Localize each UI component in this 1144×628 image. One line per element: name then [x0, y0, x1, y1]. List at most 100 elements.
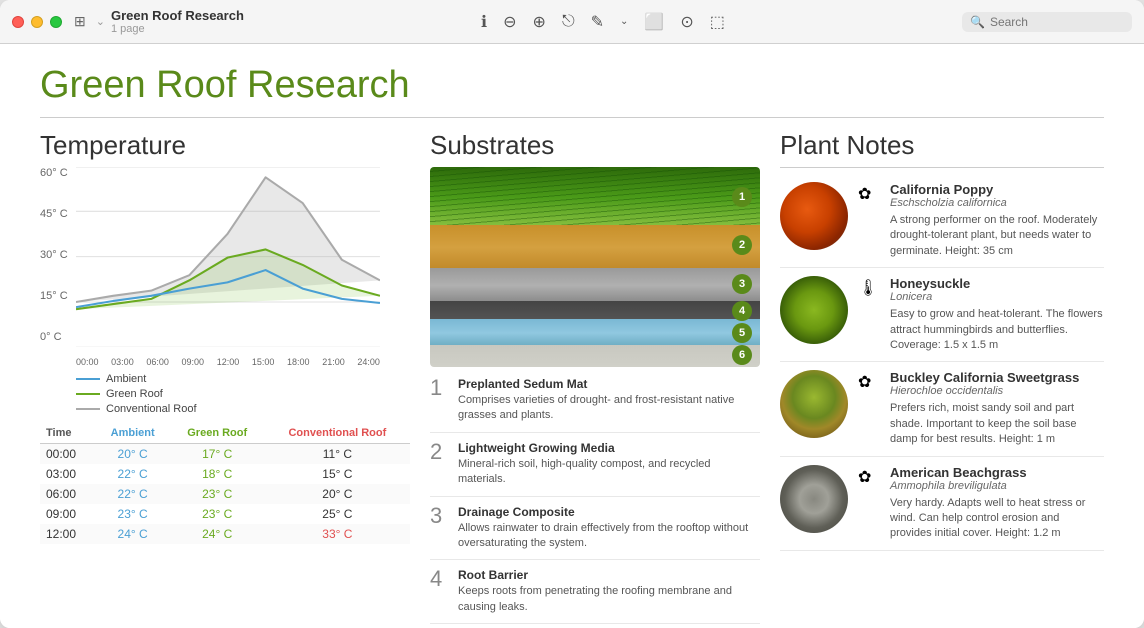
plant-desc: Easy to grow and heat-tolerant. The flow…	[890, 307, 1104, 353]
cell-greenroof: 17° C	[170, 444, 265, 465]
plant-icon: ✿	[858, 467, 871, 487]
substrate-text: Drainage Composite Allows rainwater to d…	[458, 505, 760, 552]
titlebar: ⊞ ⌄ Green Roof Research 1 page ℹ ⊖ ⊕ ⎋ ✎…	[0, 0, 1144, 44]
y-label-30: 30° C	[40, 249, 72, 261]
cell-greenroof: 18° C	[170, 464, 265, 484]
user-icon[interactable]: ⊙	[680, 12, 693, 32]
layer-num-1: 1	[732, 187, 752, 207]
temperature-section: Temperature 60° C 45° C 30° C 15° C 0° C	[40, 130, 410, 628]
info-icon[interactable]: ℹ	[481, 12, 487, 32]
y-label-0: 0° C	[40, 331, 72, 343]
search-bar[interactable]: 🔍	[962, 12, 1132, 32]
legend-greenroof: Green Roof	[76, 388, 410, 400]
pen-icon[interactable]: ✎	[591, 12, 604, 32]
app-window: ⊞ ⌄ Green Roof Research 1 page ℹ ⊖ ⊕ ⎋ ✎…	[0, 0, 1144, 628]
plant-name: Buckley California Sweetgrass	[890, 370, 1104, 385]
fullscreen-button[interactable]	[50, 16, 62, 28]
substrate-name: Lightweight Growing Media	[458, 441, 760, 455]
chart-svg	[76, 167, 380, 347]
titlebar-left: ⊞ ⌄ Green Roof Research 1 page	[74, 8, 244, 35]
substrates-section: Substrates 1 2 3 4	[430, 130, 760, 628]
substrate-text: Preplanted Sedum Mat Comprises varieties…	[458, 377, 760, 424]
layer-num-6: 6	[732, 345, 752, 365]
table-row: 12:00 24° C 24° C 33° C	[40, 524, 410, 544]
plant-info: Honeysuckle Lonicera Easy to grow and he…	[890, 276, 1104, 353]
zoom-out-icon[interactable]: ⊖	[503, 12, 516, 32]
substrate-desc: Allows rainwater to drain effectively fr…	[458, 521, 760, 552]
plant-photo	[780, 465, 848, 533]
plant-icon-area: ✿	[858, 182, 880, 259]
table-row: 00:00 20° C 17° C 11° C	[40, 444, 410, 465]
layer-concrete: 6	[430, 345, 760, 367]
plant-latin: Lonicera	[890, 291, 1104, 303]
cell-time: 06:00	[40, 484, 96, 504]
greenroof-label: Green Roof	[106, 388, 163, 400]
cell-greenroof: 24° C	[170, 524, 265, 544]
plant-icon-area: ✿	[858, 465, 880, 542]
substrate-desc: Keeps roots from penetrating the roofing…	[458, 584, 760, 615]
th-time: Time	[40, 423, 96, 444]
layer-grass: 1	[430, 167, 760, 227]
layer-gravel: 3	[430, 268, 760, 303]
toolbar: ℹ ⊖ ⊕ ⎋ ✎ ⌄ ⬜ ⊙ ⬚	[244, 12, 962, 32]
chevron-icon: ⌄	[96, 15, 105, 28]
close-button[interactable]	[12, 16, 24, 28]
x-axis-labels: 00:0003:0006:0009:0012:0015:0018:0021:00…	[76, 357, 380, 367]
substrate-name: Drainage Composite	[458, 505, 760, 519]
cell-conventional: 15° C	[265, 464, 410, 484]
legend-ambient: Ambient	[76, 373, 410, 385]
search-input[interactable]	[990, 15, 1120, 29]
temperature-table: Time Ambient Green Roof Conventional Roo…	[40, 423, 410, 544]
substrate-item: 1 Preplanted Sedum Mat Comprises varieti…	[430, 377, 760, 433]
titlebar-right: 🔍	[962, 12, 1132, 32]
ambient-label: Ambient	[106, 373, 146, 385]
cell-ambient: 24° C	[96, 524, 170, 544]
sidebar-icon[interactable]: ⊞	[74, 13, 86, 30]
plant-desc: Very hardy. Adapts well to heat stress o…	[890, 496, 1104, 542]
substrate-desc: Comprises varieties of drought- and fros…	[458, 393, 760, 424]
plant-desc: Prefers rich, moist sandy soil and part …	[890, 401, 1104, 447]
plant-photo	[780, 276, 848, 344]
plant-item: 🌡 Honeysuckle Lonicera Easy to grow and …	[780, 268, 1104, 362]
table-row: 06:00 22° C 23° C 20° C	[40, 484, 410, 504]
plant-photo	[780, 370, 848, 438]
substrate-name: Preplanted Sedum Mat	[458, 377, 760, 391]
cell-time: 09:00	[40, 504, 96, 524]
y-label-60: 60° C	[40, 167, 72, 179]
substrate-text: Lightweight Growing Media Mineral-rich s…	[458, 441, 760, 488]
plant-photo	[780, 182, 848, 250]
content-area: Green Roof Research Temperature 60° C 45…	[0, 44, 1144, 628]
plant-icon-area: 🌡	[858, 276, 880, 353]
y-label-45: 45° C	[40, 208, 72, 220]
minimize-button[interactable]	[31, 16, 43, 28]
plant-latin: Hierochloe occidentalis	[890, 385, 1104, 397]
conventional-label: Conventional Roof	[106, 403, 197, 415]
th-conventional: Conventional Roof	[265, 423, 410, 444]
substrate-item: 3 Drainage Composite Allows rainwater to…	[430, 505, 760, 561]
share-icon[interactable]: ⎋	[562, 13, 575, 31]
frame-icon[interactable]: ⬜	[644, 12, 664, 32]
plant-info: California Poppy Eschscholzia californic…	[890, 182, 1104, 259]
layer-num-3: 3	[732, 274, 752, 294]
substrate-number: 3	[430, 505, 448, 552]
cell-conventional: 20° C	[265, 484, 410, 504]
pen-dropdown-icon[interactable]: ⌄	[620, 16, 628, 27]
cell-ambient: 22° C	[96, 484, 170, 504]
zoom-in-icon[interactable]: ⊕	[533, 12, 546, 32]
cell-conventional: 11° C	[265, 444, 410, 465]
layer-num-2: 2	[732, 235, 752, 255]
cell-ambient: 23° C	[96, 504, 170, 524]
plant-item: ✿ Buckley California Sweetgrass Hierochl…	[780, 362, 1104, 456]
y-label-15: 15° C	[40, 290, 72, 302]
plant-notes-heading: Plant Notes	[780, 130, 1104, 168]
ambient-line	[76, 378, 100, 380]
substrates-heading: Substrates	[430, 130, 760, 161]
comment-icon[interactable]: ⬚	[710, 12, 725, 32]
table-row: 03:00 22° C 18° C 15° C	[40, 464, 410, 484]
layer-num-4: 4	[732, 301, 752, 321]
chart-legend: Ambient Green Roof Conventional Roof	[76, 373, 410, 415]
cell-ambient: 20° C	[96, 444, 170, 465]
substrate-number: 4	[430, 568, 448, 615]
cell-greenroof: 23° C	[170, 484, 265, 504]
substrate-number: 2	[430, 441, 448, 488]
